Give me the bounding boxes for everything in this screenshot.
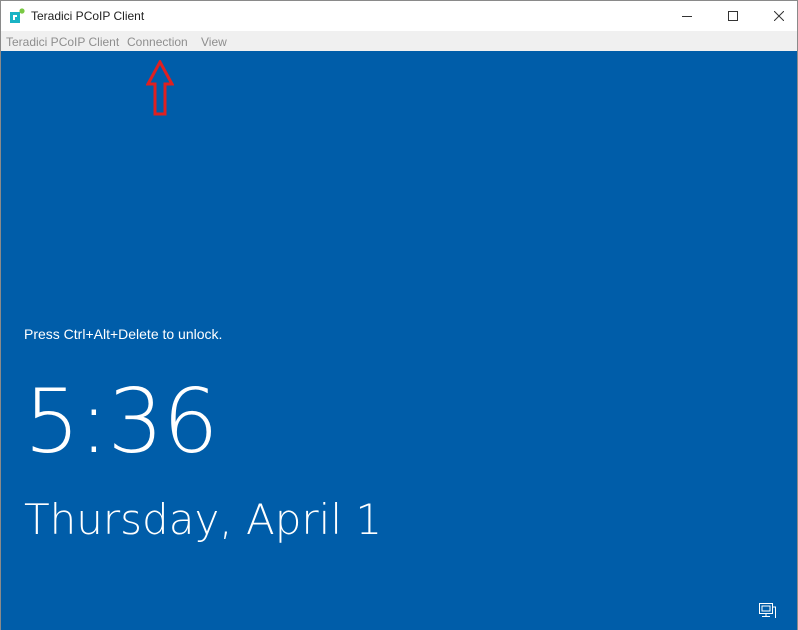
network-monitor-icon[interactable]: [759, 603, 777, 619]
window-title: Teradici PCoIP Client: [31, 9, 145, 23]
red-up-arrow-icon: [145, 58, 175, 116]
close-icon: [774, 11, 784, 21]
maximize-icon: [728, 11, 738, 21]
menu-connection[interactable]: Connection: [127, 35, 188, 49]
unlock-prompt: Press Ctrl+Alt+Delete to unlock.: [24, 326, 223, 342]
minimize-icon: [682, 11, 692, 21]
lock-date: Thursday, April 1: [24, 495, 383, 544]
menu-teradici-pcoip-client[interactable]: Teradici PCoIP Client: [6, 35, 119, 49]
minimize-button[interactable]: [664, 1, 710, 31]
menu-bar: Teradici PCoIP Client Connection View: [1, 31, 797, 51]
close-button[interactable]: [756, 1, 797, 31]
menu-view[interactable]: View: [201, 35, 227, 49]
lock-clock-time: 5:36: [24, 370, 219, 473]
maximize-button[interactable]: [710, 1, 756, 31]
title-bar[interactable]: Teradici PCoIP Client: [1, 1, 797, 31]
teradici-logo-icon: [9, 8, 25, 24]
remote-lock-screen[interactable]: Press Ctrl+Alt+Delete to unlock. 5:36 Th…: [1, 51, 797, 630]
pcoip-client-window: Teradici PCoIP Client Teradici PCoIP Cli…: [0, 0, 798, 630]
